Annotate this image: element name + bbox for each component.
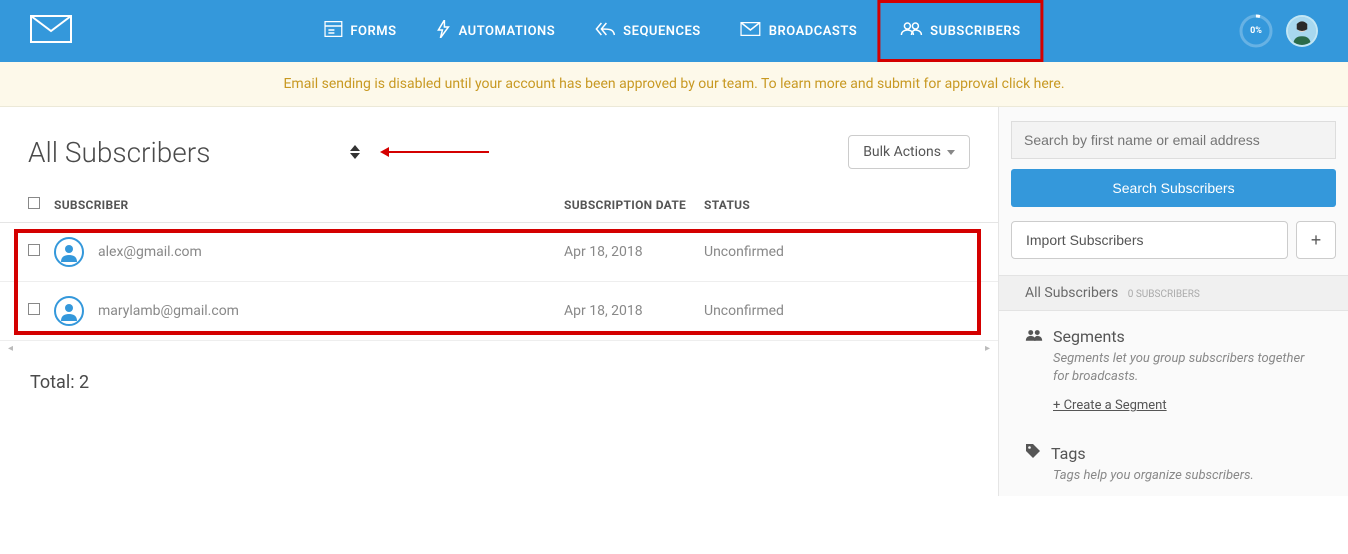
segments-desc: Segments let you group subscribers toget… — [1053, 350, 1322, 386]
nav-subscribers[interactable]: SUBSCRIBERS — [877, 0, 1043, 62]
sort-toggle[interactable] — [350, 145, 360, 159]
all-subscribers-bar[interactable]: All Subscribers 0 SUBSCRIBERS — [999, 275, 1348, 311]
page-title: All Subscribers — [28, 136, 210, 169]
search-input[interactable] — [1011, 121, 1336, 159]
nav-broadcasts-label: BROADCASTS — [769, 24, 857, 39]
main: All Subscribers Bulk Actions SUBSCRIBER … — [0, 107, 1348, 496]
top-nav: FORMS AUTOMATIONS SEQUENCES BROADCASTS S… — [0, 0, 1348, 62]
nav-forms-label: FORMS — [350, 24, 396, 39]
total-count: Total: 2 — [0, 356, 998, 409]
chevron-down-icon — [947, 150, 955, 155]
subscription-date: Apr 18, 2018 — [564, 303, 704, 319]
table-row[interactable]: marylamb@gmail.com Apr 18, 2018 Unconfir… — [0, 282, 998, 341]
col-subscriber-header[interactable]: SUBSCRIBER — [54, 198, 564, 212]
annotation-arrow — [380, 147, 489, 157]
add-subscriber-button[interactable]: + — [1296, 221, 1336, 259]
table-header-row: SUBSCRIBER SUBSCRIPTION DATE STATUS — [0, 187, 998, 223]
tags-block: Tags Tags help you organize subscribers. — [999, 423, 1348, 495]
nav-broadcasts[interactable]: BROADCASTS — [721, 0, 877, 62]
logo-envelope-icon[interactable] — [30, 15, 72, 47]
progress-ring[interactable]: 0% — [1238, 13, 1274, 49]
alert-bar[interactable]: Email sending is disabled until your acc… — [0, 62, 1348, 107]
reply-all-icon — [595, 22, 623, 40]
user-silhouette-icon — [54, 237, 84, 267]
col-date-header[interactable]: SUBSCRIPTION DATE — [564, 198, 704, 212]
left-panel: All Subscribers Bulk Actions SUBSCRIBER … — [0, 107, 998, 496]
progress-text: 0% — [1250, 26, 1262, 36]
import-subscribers-button[interactable]: Import Subscribers — [1011, 221, 1288, 259]
user-avatar[interactable] — [1286, 15, 1318, 47]
bulk-actions-label: Bulk Actions — [863, 144, 941, 160]
nav-sequences-label: SEQUENCES — [623, 24, 701, 39]
sort-caret-icon — [350, 145, 360, 159]
tag-icon — [1025, 443, 1041, 463]
horizontal-scroll[interactable]: ◂▸ — [0, 341, 998, 356]
form-icon — [324, 21, 350, 41]
table-row[interactable]: alex@gmail.com Apr 18, 2018 Unconfirmed — [0, 223, 998, 282]
envelope-icon — [741, 22, 769, 40]
all-subscribers-count: 0 SUBSCRIBERS — [1128, 289, 1200, 300]
nav-automations-label: AUTOMATIONS — [459, 24, 556, 39]
col-status-header[interactable]: STATUS — [704, 198, 970, 212]
segments-block: Segments Segments let you group subscrib… — [999, 311, 1348, 423]
nav-items: FORMS AUTOMATIONS SEQUENCES BROADCASTS S… — [304, 0, 1043, 62]
all-subscribers-label: All Subscribers — [1025, 285, 1118, 301]
search-subscribers-button[interactable]: Search Subscribers — [1011, 169, 1336, 207]
right-sidebar: Search Subscribers Import Subscribers + … — [998, 107, 1348, 496]
nav-right: 0% — [1238, 13, 1318, 49]
user-silhouette-icon — [54, 296, 84, 326]
subscriber-table: SUBSCRIBER SUBSCRIPTION DATE STATUS alex… — [0, 187, 998, 341]
bolt-icon — [437, 20, 459, 42]
nav-sequences[interactable]: SEQUENCES — [575, 0, 721, 62]
page-header: All Subscribers Bulk Actions — [0, 107, 998, 187]
subscription-date: Apr 18, 2018 — [564, 244, 704, 260]
select-all-checkbox[interactable] — [28, 197, 40, 209]
alert-text: Email sending is disabled until your acc… — [283, 76, 1064, 92]
nav-forms[interactable]: FORMS — [304, 0, 416, 62]
segments-icon — [1025, 327, 1043, 346]
bulk-actions-dropdown[interactable]: Bulk Actions — [848, 135, 970, 169]
create-segment-link[interactable]: + Create a Segment — [1053, 398, 1167, 413]
subscriber-status: Unconfirmed — [704, 244, 970, 260]
row-checkbox[interactable] — [28, 303, 40, 315]
people-icon — [900, 22, 930, 40]
subscriber-email[interactable]: marylamb@gmail.com — [98, 303, 239, 319]
segments-title: Segments — [1053, 327, 1125, 346]
tags-desc: Tags help you organize subscribers. — [1053, 467, 1322, 485]
nav-subscribers-label: SUBSCRIBERS — [930, 24, 1020, 39]
tags-title: Tags — [1051, 444, 1086, 463]
subscriber-email[interactable]: alex@gmail.com — [98, 244, 202, 260]
row-checkbox[interactable] — [28, 244, 40, 256]
nav-automations[interactable]: AUTOMATIONS — [417, 0, 576, 62]
subscriber-status: Unconfirmed — [704, 303, 970, 319]
